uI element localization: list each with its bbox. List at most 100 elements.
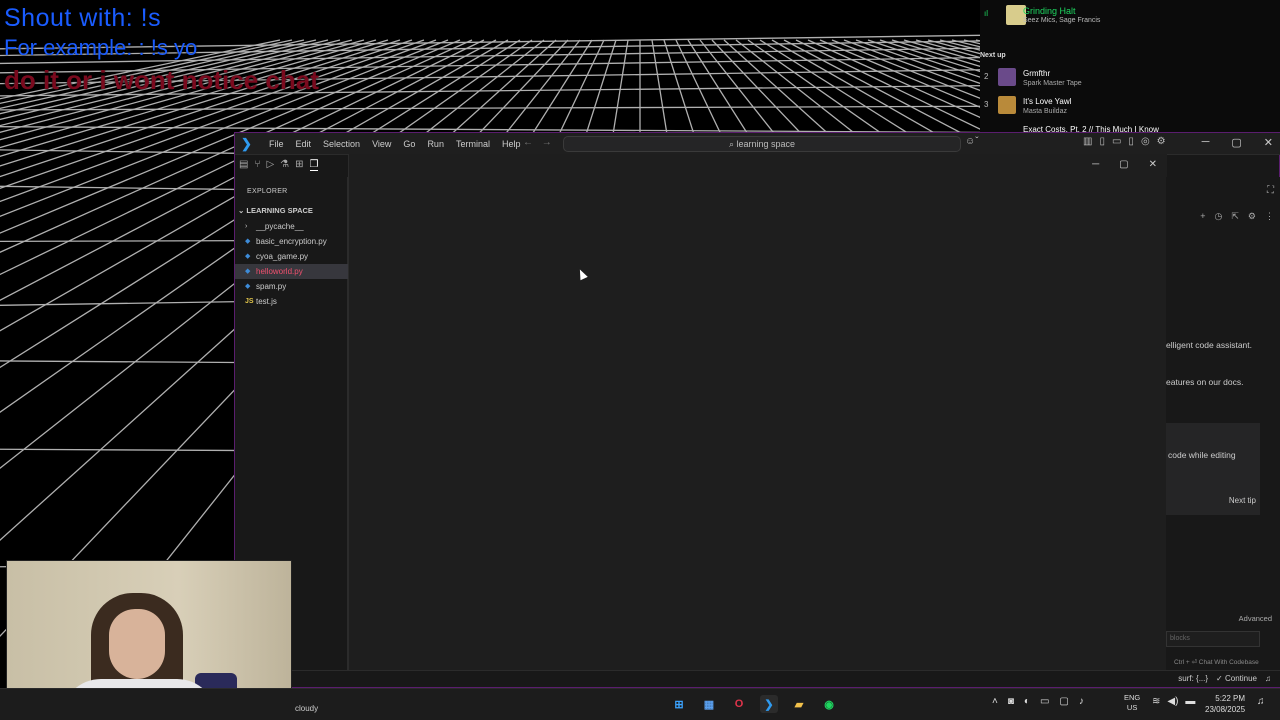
file-item-basic-encryption[interactable]: ◆ basic_encryption.py	[235, 234, 348, 249]
file-label: basic_encryption.py	[256, 237, 327, 246]
device-icon[interactable]: ▭	[1040, 696, 1049, 707]
testing-icon[interactable]: ⚗	[280, 159, 289, 171]
queue-title: It's Love Yawl	[1023, 97, 1072, 106]
menu-view[interactable]: View	[366, 133, 397, 155]
volume-icon: ◀)	[1167, 696, 1179, 707]
gear-icon[interactable]: ⚙	[1248, 211, 1256, 222]
chevron-right-icon: ›	[245, 223, 248, 230]
status-bar: surf: {...} ✓ Continue ♫	[235, 670, 1280, 687]
editor-maximize-button[interactable]: ▢	[1119, 159, 1128, 170]
add-icon[interactable]: +	[1200, 211, 1205, 222]
menu-selection[interactable]: Selection	[317, 133, 366, 155]
status-continue[interactable]: ✓ Continue	[1216, 674, 1257, 683]
vscode-logo-icon: ❯	[241, 136, 252, 151]
chat-input-placeholder: blocks	[1170, 635, 1190, 642]
vscode-icon[interactable]: ❯	[760, 695, 778, 713]
file-label: test.js	[256, 297, 277, 306]
bell-icon[interactable]: ♫	[1265, 674, 1271, 683]
menu-file[interactable]: File	[263, 133, 290, 155]
next-tip-button[interactable]: Next tip	[1229, 496, 1256, 505]
advanced-link[interactable]: Advanced	[1239, 614, 1272, 623]
explorer-icon[interactable]: ❐	[309, 159, 319, 171]
clock-date: 23/08/2025	[1205, 705, 1246, 714]
files-icon[interactable]: ▤	[239, 159, 248, 171]
copilot-docs-text: eatures on our docs.	[1166, 377, 1244, 387]
python-icon: ◆	[245, 238, 251, 245]
status-surf[interactable]: surf: {...}	[1178, 674, 1208, 683]
chevron-up-icon[interactable]: ˄	[992, 696, 998, 707]
editor-area[interactable]: ─ ▢ ✕	[348, 154, 1167, 686]
window-controls: ─ ▢ ✕	[1202, 136, 1273, 149]
menu-run[interactable]: Run	[421, 133, 450, 155]
expand-icon[interactable]: ⛶	[1267, 185, 1274, 196]
editor-close-button[interactable]: ✕	[1149, 159, 1157, 170]
app-tray-icon[interactable]: ◐	[1024, 696, 1030, 707]
command-center-label: learning space	[736, 139, 796, 149]
microphone-icon[interactable]: ♪	[1079, 696, 1084, 707]
history-icon[interactable]: ◷	[1215, 211, 1223, 222]
opera-icon[interactable]: O	[730, 695, 748, 713]
workspace-folder-label: LEARNING SPACE	[246, 206, 313, 215]
battery-icon: ▬	[1185, 696, 1196, 707]
spotify-icon[interactable]: ◉	[820, 695, 838, 713]
keyboard-layout: US	[1126, 703, 1138, 712]
source-control-icon[interactable]: ⑂	[254, 159, 260, 171]
menu-go[interactable]: Go	[397, 133, 421, 155]
notification-bell-icon[interactable]: ♫	[1257, 696, 1265, 707]
file-item-cyoa-game[interactable]: ◆ cyoa_game.py	[235, 249, 348, 264]
close-button[interactable]: ✕	[1264, 136, 1273, 149]
queue-item[interactable]: 2 Grmfthr Spark Master Tape	[980, 68, 1280, 90]
file-item-helloworld[interactable]: ◆ helloworld.py	[235, 264, 348, 279]
more-icon[interactable]: ⋮	[1265, 211, 1274, 222]
minimize-button[interactable]: ─	[1202, 136, 1210, 149]
chat-input[interactable]: blocks	[1166, 631, 1260, 647]
command-center[interactable]: ⌕ learning space	[563, 136, 961, 152]
calculator-icon[interactable]: ▦	[700, 695, 718, 713]
title-bar: ❯ File Edit Selection View Go Run Termin…	[235, 133, 1280, 155]
run-debug-icon[interactable]: ▷	[266, 159, 274, 171]
toggle-secondary-sidebar-icon[interactable]: ▯	[1128, 136, 1134, 147]
chat-hint: Ctrl + ⏎ Chat With Codebase	[1174, 659, 1259, 666]
usb-icon[interactable]: ▢	[1059, 696, 1068, 707]
stream-overlay: Shout with: !s For example: : !s yo do i…	[4, 4, 319, 96]
copilot-icon[interactable]: ☺ˇ	[965, 136, 979, 147]
clock[interactable]: 5:22 PM 23/08/2025	[1205, 693, 1245, 715]
windows-start-icon[interactable]: ⊞	[670, 695, 688, 713]
language-code: ENG	[1124, 693, 1141, 702]
file-item-spam[interactable]: ◆ spam.py	[235, 279, 348, 294]
workspace-folder[interactable]: ⌄ LEARNING SPACE	[238, 206, 313, 215]
toggle-panel-icon[interactable]: ▭	[1112, 136, 1121, 147]
file-item-test-js[interactable]: JS test.js	[235, 294, 348, 309]
open-in-editor-icon[interactable]: ⇱	[1231, 211, 1239, 222]
queue-item[interactable]: 3 It's Love Yawl Masta Buildaz	[980, 96, 1280, 118]
toggle-sidebar-icon[interactable]: ▯	[1099, 136, 1105, 147]
language-indicator[interactable]: ENG US	[1124, 693, 1140, 713]
gear-icon[interactable]: ⚙	[1157, 136, 1166, 147]
customize-layout-icon[interactable]: ▥	[1083, 136, 1092, 147]
quick-settings[interactable]: ≋ ◀) ▬	[1152, 696, 1195, 707]
menu-edit[interactable]: Edit	[290, 133, 318, 155]
maximize-button[interactable]: ▢	[1231, 136, 1241, 149]
nav-back-forward[interactable]: ← →	[523, 137, 552, 148]
now-playing-title[interactable]: Grinding Halt	[1023, 6, 1076, 16]
explorer-title: EXPLORER	[247, 188, 288, 195]
weather-widget[interactable]: cloudy	[295, 704, 318, 713]
file-item-pycache[interactable]: › __pycache__	[235, 219, 348, 234]
python-icon: ◆	[245, 253, 251, 260]
mouse-cursor-icon	[576, 267, 588, 281]
discord-icon[interactable]: ◙	[1008, 696, 1014, 707]
accounts-icon[interactable]: ◎	[1141, 136, 1150, 147]
queue-number: 2	[984, 72, 989, 81]
menu-terminal[interactable]: Terminal	[450, 133, 496, 155]
next-up-label: Next up	[980, 52, 1006, 59]
editor-minimize-button[interactable]: ─	[1092, 159, 1099, 170]
file-label: cyoa_game.py	[256, 252, 309, 261]
spotify-queue-panel: ıl Grinding Halt Seez Mics, Sage Francis…	[980, 0, 1280, 134]
copilot-intro-text: elligent code assistant.	[1166, 340, 1252, 350]
menu-help[interactable]: Help	[496, 133, 527, 155]
overlay-shout-text: Shout with: !s	[4, 4, 162, 32]
queue-artist: Masta Buildaz	[1023, 108, 1067, 115]
file-explorer-icon[interactable]: ▰	[790, 695, 808, 713]
extensions-icon[interactable]: ⊞	[295, 159, 303, 171]
now-playing-artist[interactable]: Seez Mics, Sage Francis	[1023, 17, 1100, 24]
